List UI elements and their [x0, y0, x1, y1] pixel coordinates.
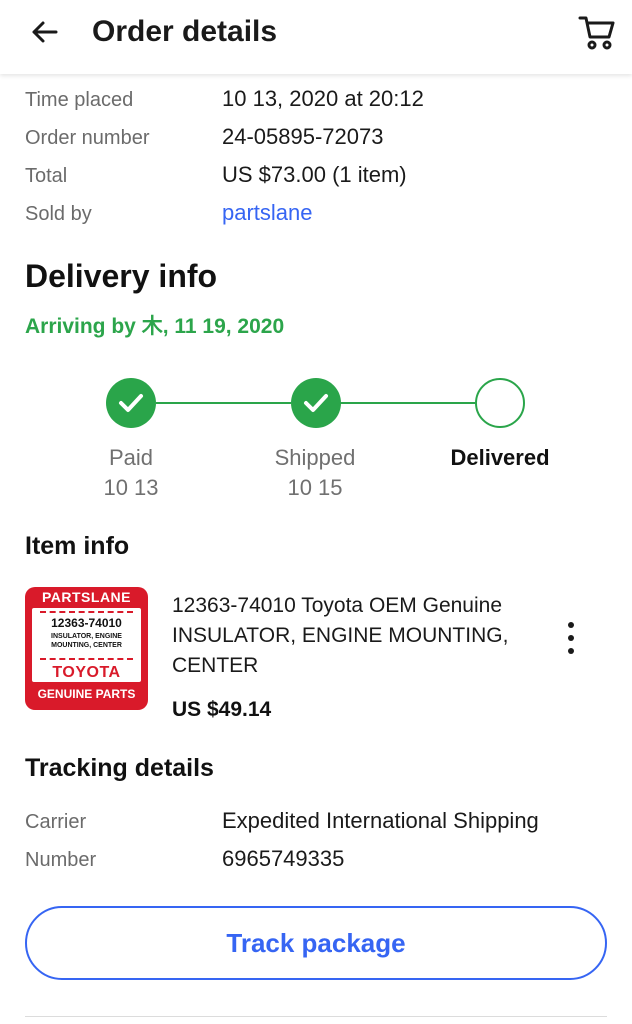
progress-line-paid-shipped: [156, 402, 291, 404]
tracking-number-label: Number: [25, 849, 97, 871]
more-options-button[interactable]: [558, 620, 584, 656]
thumbnail-description: INSULATOR, ENGINE MOUNTING, CENTER: [32, 632, 141, 650]
order-number-value: 24-05895-72073: [222, 124, 384, 149]
total-label: Total: [25, 165, 68, 187]
step-delivered-indicator: [475, 378, 525, 428]
page-title: Order details: [92, 15, 278, 48]
thumbnail-label-panel: 12363-74010 INSULATOR, ENGINE MOUNTING, …: [32, 608, 141, 682]
thumbnail-make: TOYOTA: [52, 664, 121, 681]
thumbnail-dash: [40, 658, 133, 660]
carrier-value: Expedited International Shipping: [222, 808, 539, 833]
item-price: US $49.14: [172, 698, 272, 721]
arriving-by-text: Arriving by 木, 11 19, 2020: [25, 315, 285, 338]
step-paid-indicator: [106, 378, 156, 428]
seller-link[interactable]: partslane: [222, 199, 313, 227]
item-info-title: Item info: [25, 532, 130, 560]
carrier-label: Carrier: [25, 811, 87, 833]
thumbnail-brand: PARTSLANE: [41, 589, 132, 605]
step-shipped-indicator: [291, 378, 341, 428]
thumbnail-description-line: MOUNTING, CENTER: [51, 642, 122, 649]
thumbnail-dash: [40, 611, 133, 613]
order-number-label: Order number: [25, 127, 150, 149]
time-placed-label: Time placed: [25, 89, 134, 111]
more-vertical-icon-dot: [568, 622, 574, 628]
divider: [25, 1016, 607, 1017]
cart-button[interactable]: [572, 12, 622, 54]
thumbnail-footer: GENUINE PARTS: [37, 687, 136, 701]
step-shipped-date: 10 15: [287, 475, 343, 500]
sold-by-label: Sold by: [25, 203, 92, 225]
item-thumbnail[interactable]: PARTSLANE 12363-74010 INSULATOR, ENGINE …: [25, 587, 148, 710]
step-shipped-label: Shipped: [274, 445, 356, 470]
check-icon: [119, 394, 143, 412]
step-paid-label: Paid: [108, 445, 154, 470]
tracking-number-value: 6965749335: [222, 846, 345, 871]
thumbnail-part-number: 12363-74010: [51, 616, 122, 630]
item-title[interactable]: 12363-74010 Toyota OEM Genuine INSULATOR…: [172, 591, 512, 681]
time-placed-value: 10 13, 2020 at 20:12: [222, 86, 424, 111]
step-delivered-label: Delivered: [450, 445, 550, 470]
thumbnail-description-line: INSULATOR, ENGINE: [51, 633, 122, 640]
total-value: US $73.00 (1 item): [222, 162, 407, 187]
track-package-button[interactable]: Track package: [25, 906, 607, 980]
more-vertical-icon-dot: [568, 648, 574, 654]
step-paid-date: 10 13: [103, 475, 159, 500]
app-bar: Order details: [0, 0, 632, 74]
check-icon: [304, 394, 328, 412]
delivery-info-title: Delivery info: [25, 258, 218, 294]
progress-line-shipped-delivered: [340, 402, 475, 404]
tracking-details-title: Tracking details: [25, 754, 214, 782]
more-vertical-icon-dot: [568, 635, 574, 641]
arrow-left-icon: [32, 21, 58, 43]
cart-icon: [578, 16, 615, 50]
back-button[interactable]: [22, 14, 66, 50]
